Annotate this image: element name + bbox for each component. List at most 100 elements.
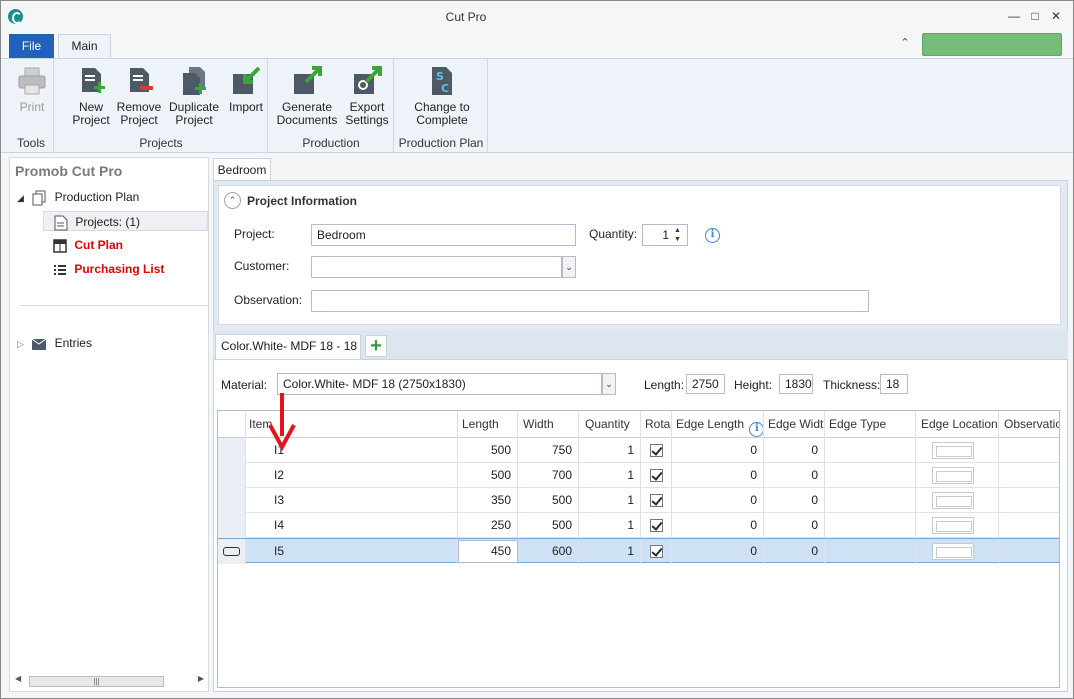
info-icon[interactable]: i [749,422,763,437]
tree-node-purchasing-list[interactable]: Purchasing List [53,259,164,279]
column-header-rotate[interactable]: Rota [641,411,672,438]
table-row[interactable]: I2 500 700 1 0 0 [218,463,1059,488]
cell-edge-type[interactable] [825,539,916,564]
cell-observation[interactable] [999,463,1059,488]
horizontal-scrollbar[interactable]: ◀ ||| ▶ [13,674,206,688]
cell-item[interactable]: I5 [246,539,458,564]
cell-observation[interactable] [999,513,1059,538]
cell-observation[interactable] [999,438,1059,463]
cell-quantity[interactable]: 1 [579,539,641,564]
column-header-length[interactable]: Length [458,411,518,438]
thickness-input[interactable]: 18 [880,374,908,394]
cell-length[interactable]: 450 [458,540,518,563]
close-icon[interactable]: ✕ [1048,8,1064,24]
row-header[interactable] [218,463,246,488]
new-project-button[interactable]: New Project [67,65,115,127]
info-icon[interactable]: i [705,228,720,243]
cell-length[interactable]: 250 [458,513,518,538]
cell-width[interactable]: 600 [518,539,579,564]
cell-length[interactable]: 500 [458,463,518,488]
generate-documents-button[interactable]: Generate Documents [275,65,339,127]
column-header-edge-width[interactable]: Edge Widt [764,411,825,438]
rotate-checkbox[interactable] [649,545,663,559]
cell-observation[interactable] [999,488,1059,513]
edge-location-cell[interactable] [916,488,999,513]
table-row[interactable]: I5 450 600 1 0 0 [218,538,1059,564]
rotate-checkbox[interactable] [649,494,663,508]
edge-location-widget[interactable] [932,492,974,509]
column-header-edge-type[interactable]: Edge Type [825,411,916,438]
remove-project-button[interactable]: Remove Project [115,65,163,127]
tab-file[interactable]: File [9,34,54,58]
rotate-checkbox-cell[interactable] [641,539,672,564]
tree-node-cut-plan[interactable]: Cut Plan [53,235,123,255]
height-input[interactable]: 1830 [779,374,813,394]
edge-location-widget[interactable] [932,543,974,560]
cell-edge-width[interactable]: 0 [764,438,825,463]
cell-edge-width[interactable]: 0 [764,539,825,564]
minimize-icon[interactable]: — [1006,8,1022,24]
table-row[interactable]: I1 500 750 1 0 0 [218,438,1059,463]
column-header-width[interactable]: Width [518,411,579,438]
rotate-checkbox-cell[interactable] [641,488,672,513]
cell-width[interactable]: 500 [518,513,579,538]
chevron-up-icon[interactable]: ⌃ [897,36,913,52]
scrollbar-thumb[interactable]: ||| [29,676,164,687]
export-settings-button[interactable]: Export Settings [343,65,391,127]
print-button[interactable]: Print [14,65,50,114]
expand-triangle-icon[interactable]: ▷ [17,334,24,354]
cell-edge-type[interactable] [825,463,916,488]
tree-node-production-plan[interactable]: ◢ Production Plan [17,187,139,207]
cell-edge-type[interactable] [825,488,916,513]
collapse-triangle-icon[interactable]: ◢ [17,188,24,208]
cell-edge-width[interactable]: 0 [764,513,825,538]
chevron-down-icon[interactable]: ⌄ [562,256,576,278]
column-header-observation[interactable]: Observatio [999,411,1059,438]
table-row[interactable]: I4 250 500 1 0 0 [218,513,1059,538]
cell-edge-length[interactable]: 0 [672,539,764,564]
cell-item[interactable]: I3 [246,488,458,513]
edge-location-widget[interactable] [932,517,974,534]
tab-document[interactable]: Bedroom [213,158,271,180]
rotate-checkbox-cell[interactable] [641,463,672,488]
table-row[interactable]: I3 350 500 1 0 0 [218,488,1059,513]
rotate-checkbox-cell[interactable] [641,438,672,463]
tree-node-projects[interactable]: Projects: (1) [43,211,208,231]
import-button[interactable]: Import [225,65,267,114]
cell-quantity[interactable]: 1 [579,488,641,513]
cell-edge-length[interactable]: 0 [672,438,764,463]
cell-length[interactable]: 500 [458,438,518,463]
length-input[interactable]: 2750 [686,374,725,394]
edge-location-cell[interactable] [916,463,999,488]
cell-length[interactable]: 350 [458,488,518,513]
change-to-complete-button[interactable]: S C Change to Complete [405,65,479,127]
edge-location-cell[interactable] [916,513,999,538]
edge-location-widget[interactable] [932,467,974,484]
cell-edge-type[interactable] [825,438,916,463]
quantity-stepper[interactable]: 1 [642,224,688,246]
rotate-checkbox[interactable] [649,519,663,533]
cell-width[interactable]: 500 [518,488,579,513]
plus-icon[interactable]: + [365,335,387,357]
cell-quantity[interactable]: 1 [579,438,641,463]
cell-width[interactable]: 700 [518,463,579,488]
chevron-down-icon[interactable]: ⌄ [602,373,616,395]
row-header[interactable] [218,513,246,538]
row-header[interactable] [218,488,246,513]
maximize-icon[interactable]: □ [1027,8,1043,24]
edge-location-cell[interactable] [916,539,999,564]
stepper-arrows-icon[interactable]: ▲ ▼ [674,226,681,244]
edge-location-cell[interactable] [916,438,999,463]
cell-width[interactable]: 750 [518,438,579,463]
cell-edge-length[interactable]: 0 [672,488,764,513]
cell-quantity[interactable]: 1 [579,513,641,538]
observation-input[interactable] [311,290,869,312]
customer-select[interactable] [311,256,562,278]
duplicate-project-button[interactable]: Duplicate Project [166,65,222,127]
rotate-checkbox-cell[interactable] [641,513,672,538]
column-header-edge-length[interactable]: Edge Length i [672,411,764,438]
project-name-input[interactable]: Bedroom [311,224,576,246]
tree-node-entries[interactable]: ▷ Entries [17,333,92,353]
cell-edge-length[interactable]: 0 [672,513,764,538]
rotate-checkbox[interactable] [649,469,663,483]
